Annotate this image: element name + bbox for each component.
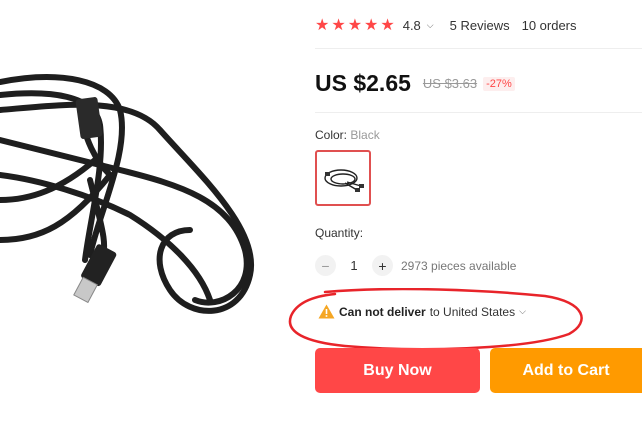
star-icon: ★ [364,17,379,34]
annotation-circle [288,288,583,351]
discount-badge: -27% [483,76,515,91]
warning-icon [318,304,335,319]
rating-value[interactable]: 4.8 [403,18,421,33]
delivery-info[interactable]: Can not deliver to United States ⌵ [318,304,526,319]
original-price: US $3.63 [422,76,478,91]
product-image[interactable] [0,0,300,432]
decrease-quantity-button[interactable]: − [315,255,336,276]
color-value: Black [350,128,380,142]
quantity-stepper: − 1 + 2973 pieces available [315,255,516,276]
star-icon: ★ [331,17,346,34]
current-price: US $2.65 [315,70,411,96]
delivery-status: Can not deliver [339,304,426,319]
quantity-label: Quantity: [315,226,364,240]
star-icon: ★ [380,17,395,34]
buy-now-button[interactable]: Buy Now [315,348,480,393]
star-rating: ★ ★ ★ ★ ★ [315,15,395,35]
add-to-cart-button[interactable]: Add to Cart [490,348,642,393]
star-icon: ★ [315,17,330,34]
delivery-destination[interactable]: to United States [430,305,515,319]
chevron-down-icon[interactable]: ⌵ [427,20,434,31]
color-label-text: Color: [315,128,348,142]
increase-quantity-button[interactable]: + [372,255,393,276]
chevron-down-icon[interactable]: ⌵ [519,306,526,317]
orders-count: 10 orders [521,17,577,33]
reviews-link[interactable]: 5 Reviews [450,18,510,33]
color-label: Color: Black [315,128,380,142]
color-swatch-black[interactable] [315,150,371,206]
availability-text: 2973 pieces available [401,258,517,273]
divider [315,48,642,49]
rating-row: ★ ★ ★ ★ ★ 4.8 ⌵ 5 Reviews 10 orders [315,15,577,35]
quantity-input[interactable]: 1 [336,258,372,273]
divider [315,112,642,113]
cable-thumbnail-icon [324,169,364,192]
star-icon: ★ [347,17,363,34]
price-row: US $2.65 US $3.63 -27% [315,70,515,97]
